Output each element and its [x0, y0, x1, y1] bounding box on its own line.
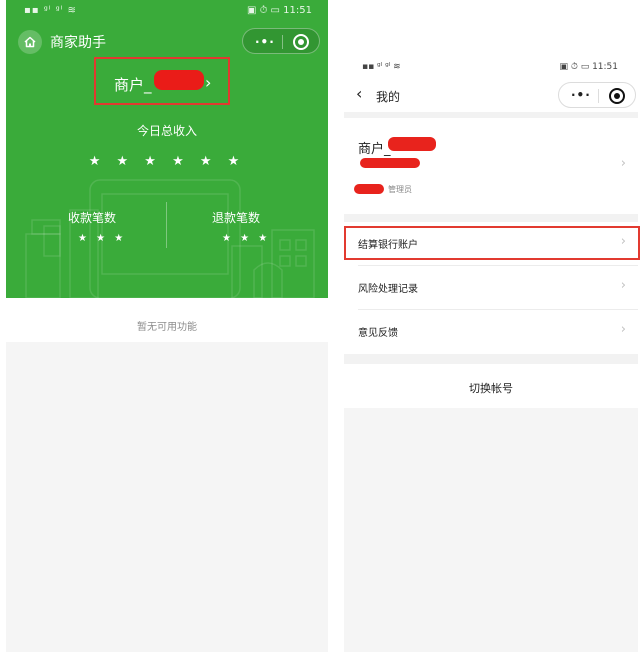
status-bar: ▪▪ ᵍˡ ᵍˡ ≋ ▣ ⏱ ▭ 11:51: [344, 60, 638, 76]
signal-icons: ▪▪ ᵍˡ ᵍˡ ≋: [362, 62, 401, 72]
switch-account-label: 切换帐号: [469, 382, 513, 395]
status-right: ▣ ⏱ ▭ 11:51: [559, 62, 618, 72]
status-right: ▣ ⏱ ▭ 11:51: [246, 5, 312, 16]
chevron-right-icon: ›: [620, 156, 626, 171]
decorative-illustration: [25, 179, 315, 298]
chevron-right-icon: ›: [620, 278, 626, 293]
menu-item-risk-records[interactable]: 风险处理记录 ›: [344, 266, 638, 310]
settlement-highlight-box: [344, 226, 640, 260]
back-arrow-icon[interactable]: ‹: [356, 84, 362, 103]
count-divider: [166, 202, 167, 248]
refund-count-label: 退款笔数: [212, 211, 261, 225]
status-bar: ▪▪ ᵍˡ ᵍˡ ≋ ▣ ⏱ ▭ 11:51: [6, 0, 328, 22]
home-button[interactable]: [18, 30, 42, 54]
capsule-divider: [598, 89, 599, 103]
section-gap: [344, 214, 638, 222]
profile-role: 管理员: [388, 185, 412, 194]
section-gap: [344, 354, 638, 364]
menu-item-label: 意见反馈: [358, 328, 398, 339]
miniprogram-capsule: ·•·: [242, 28, 320, 54]
merchant-name-link[interactable]: 商户_: [114, 74, 152, 95]
capsule-divider: [282, 35, 283, 49]
profile-name: 商户_: [358, 142, 391, 157]
home-icon: [24, 36, 36, 48]
my-profile-screen: ▪▪ ᵍˡ ᵍˡ ≋ ▣ ⏱ ▭ 11:51 ‹ 我的 ·•· 商户_ 管理员 …: [344, 54, 640, 654]
empty-content-area: [344, 408, 638, 652]
signal-icons: ▪▪ ᵍˡ ᵍˡ ≋: [24, 5, 77, 16]
today-income-label: 今日总收入: [136, 124, 197, 138]
no-function-text: 暂无可用功能: [137, 322, 197, 333]
merchant-assistant-screen: ▪▪ ᵍˡ ᵍˡ ≋ ▣ ⏱ ▭ 11:51 商家助手 ·•· 商户_ › 今日…: [6, 0, 328, 659]
today-income-value: ★ ★ ★ ★ ★ ★: [88, 154, 246, 169]
switch-account-button[interactable]: 切换帐号: [344, 364, 638, 408]
chevron-right-icon: ›: [620, 322, 626, 337]
more-button[interactable]: ·•·: [571, 88, 591, 102]
menu-item-feedback[interactable]: 意见反馈 ›: [344, 310, 638, 354]
profile-card[interactable]: 商户_ 管理员 ›: [344, 118, 638, 214]
redaction-mark: [154, 70, 204, 90]
app-title: 商家助手: [50, 35, 106, 51]
more-button[interactable]: ·•·: [255, 35, 275, 49]
redaction-mark: [388, 137, 436, 151]
chevron-right-icon[interactable]: ›: [205, 73, 211, 92]
redaction-mark: [360, 158, 420, 168]
redaction-mark: [354, 184, 384, 194]
income-header-panel: ▪▪ ᵍˡ ᵍˡ ≋ ▣ ⏱ ▭ 11:51 商家助手 ·•· 商户_ › 今日…: [6, 0, 328, 298]
collect-count-value: ★ ★ ★: [78, 233, 127, 244]
refund-count-value: ★ ★ ★: [222, 233, 271, 244]
collect-count-label: 收款笔数: [68, 211, 117, 225]
miniprogram-capsule: ·•·: [558, 82, 636, 108]
empty-content-area: [6, 342, 328, 652]
page-title: 我的: [376, 90, 401, 104]
close-target-icon[interactable]: [609, 88, 625, 104]
menu-item-label: 风险处理记录: [358, 284, 418, 295]
close-target-icon[interactable]: [293, 34, 309, 50]
